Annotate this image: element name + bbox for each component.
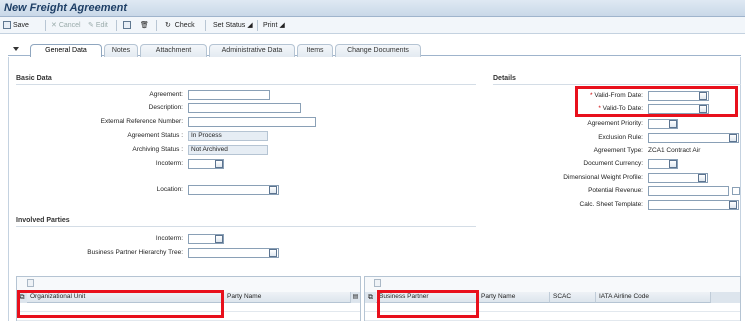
value-help-icon[interactable] xyxy=(269,186,277,194)
agreement-priority-label: Agreement Priority: xyxy=(587,120,643,127)
divider xyxy=(16,226,476,227)
location-label: Location: xyxy=(156,186,183,193)
divider xyxy=(493,84,741,85)
agreement-status-field: In Process xyxy=(188,131,268,141)
exclusion-rule-label: Exclusion Rule: xyxy=(598,134,643,141)
agreement-type-value: ZCA1 Contract Air xyxy=(648,147,701,154)
value-help-icon[interactable] xyxy=(669,120,677,128)
toolbar-separator xyxy=(156,20,157,31)
incoterm-label: Incoterm: xyxy=(155,160,183,167)
value-help-icon[interactable] xyxy=(215,160,223,168)
set-status-button[interactable]: Set Status ◢ xyxy=(213,21,253,29)
select-all-icon[interactable]: ⧉ xyxy=(365,292,376,303)
table-toolbar-icon[interactable] xyxy=(27,279,34,287)
description-label: Description: xyxy=(148,104,183,111)
archiving-status-label: Archiving Status : xyxy=(132,146,183,153)
tab-label: General Data xyxy=(45,47,87,54)
tab-items[interactable]: Items xyxy=(297,44,333,57)
tab-general-data[interactable]: General Data xyxy=(30,44,102,57)
highlight-box xyxy=(377,290,479,318)
tab-notes[interactable]: Notes xyxy=(104,44,138,57)
table-header-filler xyxy=(711,292,740,303)
tab-label: Notes xyxy=(111,47,131,54)
tab-label: Change Documents xyxy=(347,47,409,54)
exclusion-rule-input[interactable] xyxy=(648,133,739,143)
bp-hierarchy-tree-input[interactable] xyxy=(188,248,279,258)
save-button[interactable]: Save xyxy=(3,21,29,29)
delete-button[interactable]: 🗑 xyxy=(140,21,149,29)
toolbar-separator xyxy=(257,20,258,31)
column-header-iata-code[interactable]: IATA Airline Code xyxy=(596,292,711,303)
toolbar: Save ✕ Cancel ✎ Edit 🗑 ↻ Check Set Statu… xyxy=(0,17,745,34)
edit-label: Edit xyxy=(95,22,108,29)
document-currency-label: Document Currency: xyxy=(583,160,643,167)
copy-icon xyxy=(123,21,131,29)
value-help-icon[interactable] xyxy=(669,160,677,168)
column-header-scac[interactable]: SCAC xyxy=(550,292,596,303)
archiving-status-field: Not Archived xyxy=(188,145,268,155)
bp-hierarchy-tree-label: Business Partner Hierarchy Tree: xyxy=(87,249,183,256)
agreement-type-label: Agreement Type: xyxy=(593,147,643,154)
agreement-status-label: Agreement Status : xyxy=(127,132,183,139)
highlight-box xyxy=(575,86,738,117)
set-status-label: Set Status xyxy=(213,22,246,29)
table-settings-icon[interactable]: ▤ xyxy=(351,292,360,303)
save-icon xyxy=(3,21,11,29)
calc-sheet-template-input[interactable] xyxy=(648,200,739,210)
print-label: Print xyxy=(263,22,278,29)
collapse-triangle-icon[interactable] xyxy=(13,46,19,53)
toolbar-separator xyxy=(116,20,117,31)
calc-sheet-template-label: Calc. Sheet Template: xyxy=(579,201,643,208)
dropdown-icon: ◢ xyxy=(279,22,285,29)
tab-attachment[interactable]: Attachment xyxy=(140,44,207,57)
highlight-box xyxy=(17,290,224,318)
involved-incoterm-label: Incoterm: xyxy=(155,235,183,242)
potential-revenue-input[interactable] xyxy=(648,186,729,196)
table-toolbar-icon[interactable] xyxy=(374,279,381,287)
column-header-party-name[interactable]: Party Name xyxy=(478,292,550,303)
value-help-icon[interactable] xyxy=(215,235,223,243)
external-reference-input[interactable] xyxy=(188,117,316,127)
check-label: Check xyxy=(174,22,195,29)
toolbar-separator xyxy=(45,20,46,31)
save-label: Save xyxy=(12,21,29,29)
revenue-checkbox[interactable] xyxy=(732,187,740,195)
toolbar-separator xyxy=(205,20,206,31)
basic-data-heading: Basic Data xyxy=(16,75,52,82)
value-help-icon[interactable] xyxy=(729,201,737,209)
dropdown-icon: ◢ xyxy=(247,22,253,29)
dimensional-weight-label: Dimensional Weight Profile: xyxy=(563,174,643,181)
agreement-input[interactable] xyxy=(188,90,270,100)
check-icon: ↻ xyxy=(165,22,171,29)
value-help-icon[interactable] xyxy=(698,174,706,182)
value-help-icon[interactable] xyxy=(729,134,737,142)
potential-revenue-label: Potential Revenue: xyxy=(588,187,643,194)
tab-label: Administrative Data xyxy=(221,47,283,54)
edit-button[interactable]: ✎ Edit xyxy=(88,21,108,29)
cancel-button[interactable]: ✕ Cancel xyxy=(51,21,81,29)
tab-label: Attachment xyxy=(155,47,192,54)
window-title-bar: New Freight Agreement xyxy=(0,0,745,17)
location-input[interactable] xyxy=(188,185,279,195)
check-button[interactable]: ↻ Check xyxy=(165,21,195,29)
trash-icon: 🗑 xyxy=(140,22,149,29)
copy-button[interactable] xyxy=(123,21,131,29)
value-help-icon[interactable] xyxy=(269,249,277,257)
tab-label: Items xyxy=(306,47,324,54)
column-header-party-name[interactable]: Party Name xyxy=(224,292,351,303)
cancel-label: Cancel xyxy=(58,22,81,29)
external-reference-label: External Reference Number: xyxy=(100,118,183,125)
window-title: New Freight Agreement xyxy=(4,2,128,14)
print-button[interactable]: Print ◢ xyxy=(263,21,285,29)
tab-administrative-data[interactable]: Administrative Data xyxy=(209,44,295,57)
involved-parties-heading: Involved Parties xyxy=(16,217,70,224)
description-input[interactable] xyxy=(188,103,301,113)
divider xyxy=(16,84,476,85)
agreement-label: Agreement: xyxy=(149,91,183,98)
details-heading: Details xyxy=(493,75,516,82)
tab-change-documents[interactable]: Change Documents xyxy=(335,44,421,57)
